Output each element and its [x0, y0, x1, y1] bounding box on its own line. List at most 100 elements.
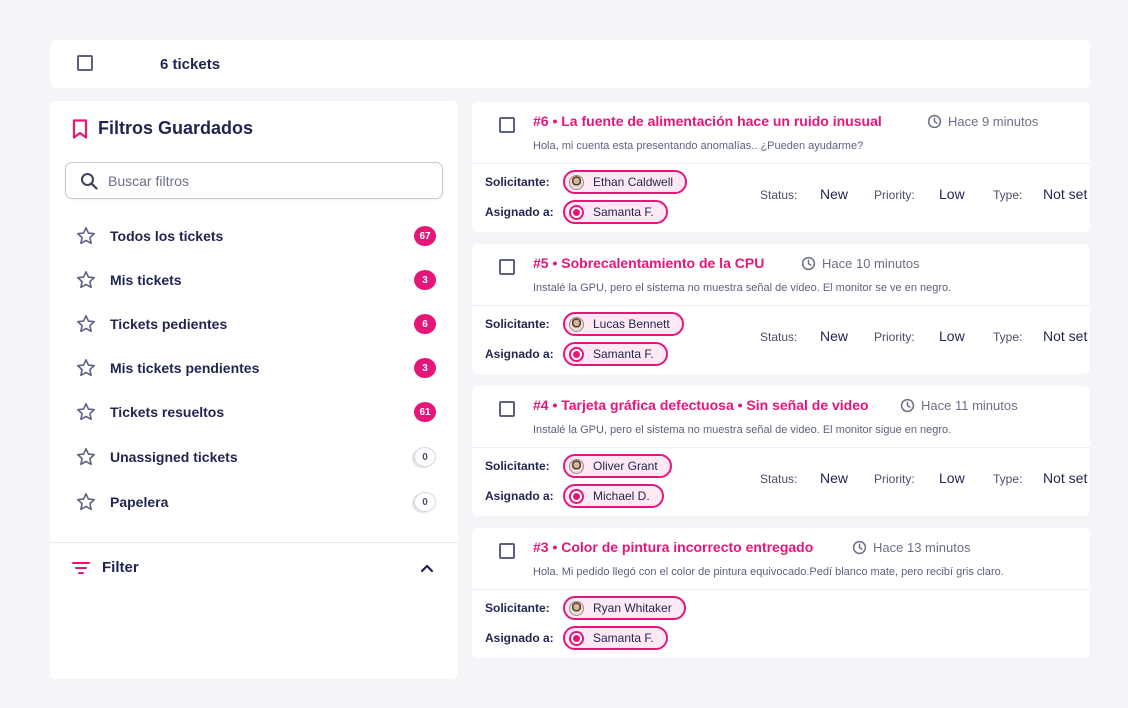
- ticket-description: Instalé la GPU, pero el sistema no muest…: [533, 282, 952, 294]
- assignee-label: Asignado a:: [485, 631, 554, 645]
- ticket-people: Solicitante: Ryan Whitaker Asignado a: Sama…: [485, 596, 686, 656]
- assignee-name: Samanta F.: [593, 347, 654, 361]
- ticket-title[interactable]: #4 • Tarjeta gráfica defectuosa • Sin se…: [533, 397, 869, 413]
- ticket-meta: Status: New Priority: Low Type: Not set: [760, 470, 1090, 490]
- ticket-time-text: Hace 10 minutos: [822, 256, 920, 271]
- filter-count-badge: 3: [414, 358, 436, 378]
- assignee-row: Asignado a: Michael D.: [485, 484, 672, 508]
- filter-section-toggle[interactable]: Filter: [72, 559, 139, 576]
- saved-filters-title: Filtros Guardados: [98, 118, 254, 138]
- star-icon: [77, 448, 95, 466]
- requester-row: Solicitante: Ryan Whitaker: [485, 596, 686, 620]
- ticket-count: 6 tickets: [160, 56, 221, 73]
- priority-value[interactable]: Low: [939, 328, 965, 344]
- assignee-chip[interactable]: Samanta F.: [563, 342, 668, 366]
- saved-filter-label: Unassigned tickets: [110, 449, 238, 465]
- priority-label: Priority:: [874, 188, 915, 202]
- requester-label: Solicitante:: [485, 317, 550, 331]
- ticket-divider: [472, 589, 1090, 590]
- saved-filters-header: Filtros Guardados: [72, 118, 253, 139]
- filter-count-badge: 67: [414, 226, 436, 246]
- requester-label: Solicitante:: [485, 601, 550, 615]
- assignee-chip[interactable]: Michael D.: [563, 484, 664, 508]
- clock-icon: [927, 114, 942, 129]
- saved-filter-item[interactable]: Tickets resueltos 61: [76, 397, 436, 427]
- agent-icon: [569, 488, 584, 504]
- ticket-description: Instalé la GPU, pero el sistema no muest…: [533, 424, 952, 436]
- type-value[interactable]: Not set: [1043, 470, 1087, 486]
- requester-name: Ryan Whitaker: [593, 601, 672, 615]
- saved-filter-label: Mis tickets: [110, 272, 182, 288]
- priority-label: Priority:: [874, 472, 915, 486]
- assignee-chip[interactable]: Samanta F.: [563, 626, 668, 650]
- saved-filter-label: Tickets pedientes: [110, 316, 228, 332]
- sidebar-divider: [50, 542, 458, 543]
- ticket-divider: [472, 447, 1090, 448]
- saved-filter-item[interactable]: Mis tickets 3: [76, 265, 436, 295]
- ticket-card[interactable]: #6 • La fuente de alimentación hace un r…: [472, 102, 1090, 232]
- filter-count-badge: 0: [414, 447, 436, 467]
- ticket-card[interactable]: #5 • Sobrecalentamiento de la CPU Hace 10…: [472, 244, 1090, 374]
- saved-filter-item[interactable]: Tickets pedientes 6: [76, 309, 436, 339]
- requester-label: Solicitante:: [485, 459, 550, 473]
- ticket-title[interactable]: #6 • La fuente de alimentación hace un r…: [533, 113, 882, 129]
- saved-filter-label: Tickets resueltos: [110, 404, 225, 420]
- ticket-checkbox[interactable]: [499, 543, 515, 559]
- requester-chip[interactable]: Ryan Whitaker: [563, 596, 686, 620]
- ticket-title[interactable]: #3 • Color de pintura incorrecto entrega…: [533, 539, 813, 555]
- assignee-label: Asignado a:: [485, 489, 554, 503]
- status-value[interactable]: New: [820, 186, 848, 202]
- ticket-card[interactable]: #4 • Tarjeta gráfica defectuosa • Sin se…: [472, 386, 1090, 516]
- requester-chip[interactable]: Lucas Bennett: [563, 312, 684, 336]
- ticket-time: Hace 10 minutos: [801, 256, 920, 271]
- ticket-meta: Status: New Priority: Low Type: Not set: [760, 186, 1090, 206]
- assignee-name: Michael D.: [593, 489, 650, 503]
- clock-icon: [852, 540, 867, 555]
- requester-row: Solicitante: Oliver Grant: [485, 454, 672, 478]
- ticket-card[interactable]: #3 • Color de pintura incorrecto entrega…: [472, 528, 1090, 658]
- filter-section-label: Filter: [102, 559, 139, 576]
- assignee-chip[interactable]: Samanta F.: [563, 200, 668, 224]
- type-value[interactable]: Not set: [1043, 328, 1087, 344]
- ticket-description: Hola, mi cuenta esta presentando anomalí…: [533, 140, 864, 152]
- ticket-meta: Status: New Priority: Low Type: Not set: [760, 328, 1090, 348]
- status-value[interactable]: New: [820, 328, 848, 344]
- saved-filter-item[interactable]: Unassigned tickets 0: [76, 442, 436, 472]
- saved-filter-item[interactable]: Todos los tickets 67: [76, 221, 436, 251]
- saved-filter-item[interactable]: Papelera 0: [76, 487, 436, 517]
- assignee-name: Samanta F.: [593, 205, 654, 219]
- ticket-divider: [472, 163, 1090, 164]
- ticket-checkbox[interactable]: [499, 117, 515, 133]
- status-value[interactable]: New: [820, 470, 848, 486]
- assignee-label: Asignado a:: [485, 347, 554, 361]
- agent-icon: [569, 630, 584, 646]
- ticket-people: Solicitante: Lucas Bennett Asignado a: Sama…: [485, 312, 684, 372]
- priority-value[interactable]: Low: [939, 470, 965, 486]
- type-label: Type:: [993, 330, 1023, 344]
- requester-chip[interactable]: Oliver Grant: [563, 454, 672, 478]
- filter-icon: [72, 561, 90, 574]
- ticket-count-bar: 6 tickets: [50, 40, 1090, 88]
- ticket-title[interactable]: #5 • Sobrecalentamiento de la CPU: [533, 255, 764, 271]
- star-icon: [77, 315, 95, 333]
- agent-icon: [569, 204, 584, 220]
- requester-name: Oliver Grant: [593, 459, 658, 473]
- ticket-checkbox[interactable]: [499, 401, 515, 417]
- assignee-label: Asignado a:: [485, 205, 554, 219]
- select-all-checkbox[interactable]: [77, 55, 93, 71]
- chevron-up-icon[interactable]: [420, 562, 434, 574]
- ticket-time-text: Hace 9 minutos: [948, 114, 1039, 129]
- avatar-icon: [569, 458, 584, 474]
- filter-search-box[interactable]: [65, 162, 443, 199]
- ticket-divider: [472, 305, 1090, 306]
- saved-filter-item[interactable]: Mis tickets pendientes 3: [76, 353, 436, 383]
- filter-count-badge: 0: [414, 492, 436, 512]
- filter-search-input[interactable]: [108, 172, 408, 189]
- priority-value[interactable]: Low: [939, 186, 965, 202]
- ticket-checkbox[interactable]: [499, 259, 515, 275]
- star-icon: [77, 359, 95, 377]
- requester-chip[interactable]: Ethan Caldwell: [563, 170, 688, 194]
- assignee-row: Asignado a: Samanta F.: [485, 626, 686, 650]
- type-value[interactable]: Not set: [1043, 186, 1087, 202]
- saved-filter-label: Todos los tickets: [110, 228, 224, 244]
